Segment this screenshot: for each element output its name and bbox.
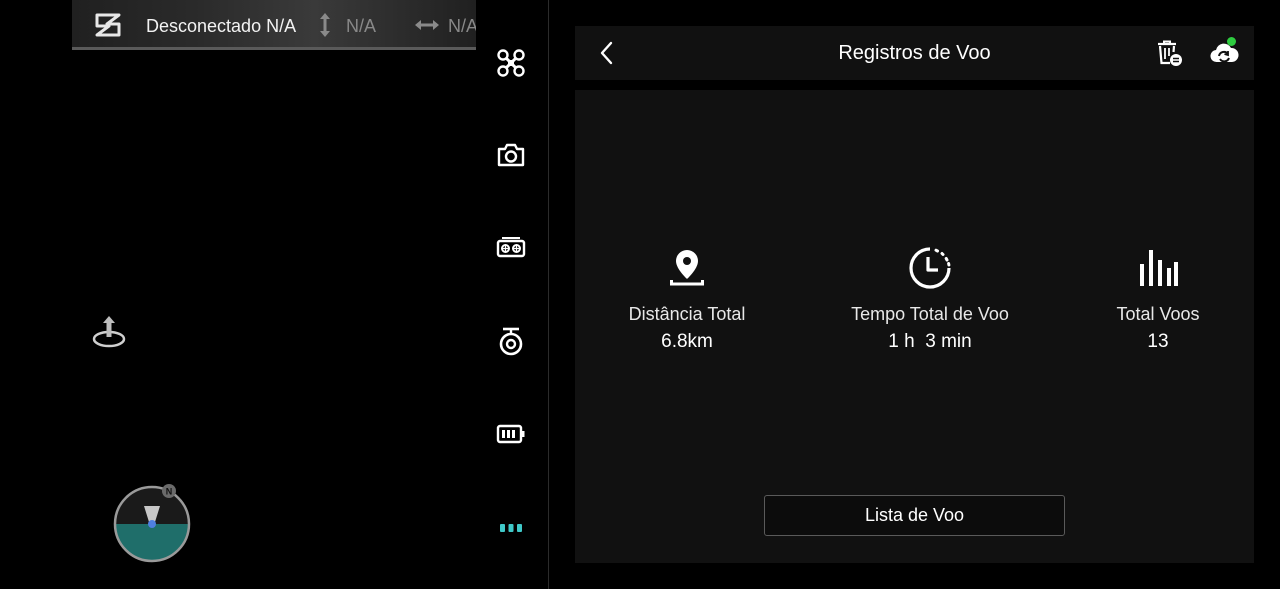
takeoff-icon[interactable] [90, 312, 128, 350]
stat-label: Total Voos [1116, 304, 1200, 324]
stat-total-flights: Total Voos 13 [1108, 246, 1208, 353]
sync-status-dot [1227, 37, 1236, 46]
page-title: Registros de Voo [838, 42, 991, 64]
compass: N [112, 484, 192, 564]
gimbal-icon [499, 327, 523, 356]
aircraft-settings-button[interactable] [490, 42, 532, 84]
more-settings-button[interactable] [490, 507, 532, 549]
altitude-value: N/A [346, 16, 377, 36]
location-pin-icon [670, 250, 704, 286]
delete-records-icon[interactable] [1155, 39, 1183, 67]
camera-icon [497, 143, 525, 167]
stat-total-distance: Distância Total 6.8km [627, 246, 747, 353]
flight-list-button[interactable]: Lista de Voo [764, 495, 1065, 536]
remote-controller-settings-button[interactable] [490, 227, 532, 269]
stat-value: 13 [1147, 331, 1169, 352]
stat-value: 6.8km [661, 331, 713, 352]
camera-settings-button[interactable] [490, 134, 532, 176]
flight-records-summary: Distância Total 6.8km Tempo Total de Voo… [575, 90, 1254, 563]
timer-icon [909, 247, 951, 289]
stat-value: 1 h 3 min [888, 331, 972, 352]
altitude-icon [320, 13, 330, 37]
panel-header: Registros de Voo [575, 26, 1254, 80]
bar-chart-icon [1140, 250, 1178, 286]
battery-icon [496, 424, 525, 444]
compass-dial-icon: N [113, 484, 191, 563]
compass-north-label: N [166, 487, 173, 497]
stat-total-flight-time: Tempo Total de Voo 1 h 3 min [845, 246, 1015, 353]
remote-controller-icon [496, 237, 526, 258]
drone-icon [497, 49, 525, 77]
stat-label: Distância Total [628, 304, 746, 324]
more-icon [500, 524, 522, 532]
battery-settings-button[interactable] [490, 413, 532, 455]
status-bar: Desconectado N/A N/A N/A [72, 0, 476, 50]
stat-label: Tempo Total de Voo [851, 304, 1009, 324]
app-logo-icon[interactable] [94, 12, 122, 38]
distance-value: N/A [448, 16, 476, 36]
camera-view: Desconectado N/A N/A N/A N [0, 0, 548, 589]
pane-divider [548, 0, 549, 589]
connection-status: Desconectado N/A [146, 16, 297, 36]
distance-icon [415, 20, 439, 30]
gimbal-settings-button[interactable] [490, 320, 532, 362]
tool-column [490, 40, 532, 560]
